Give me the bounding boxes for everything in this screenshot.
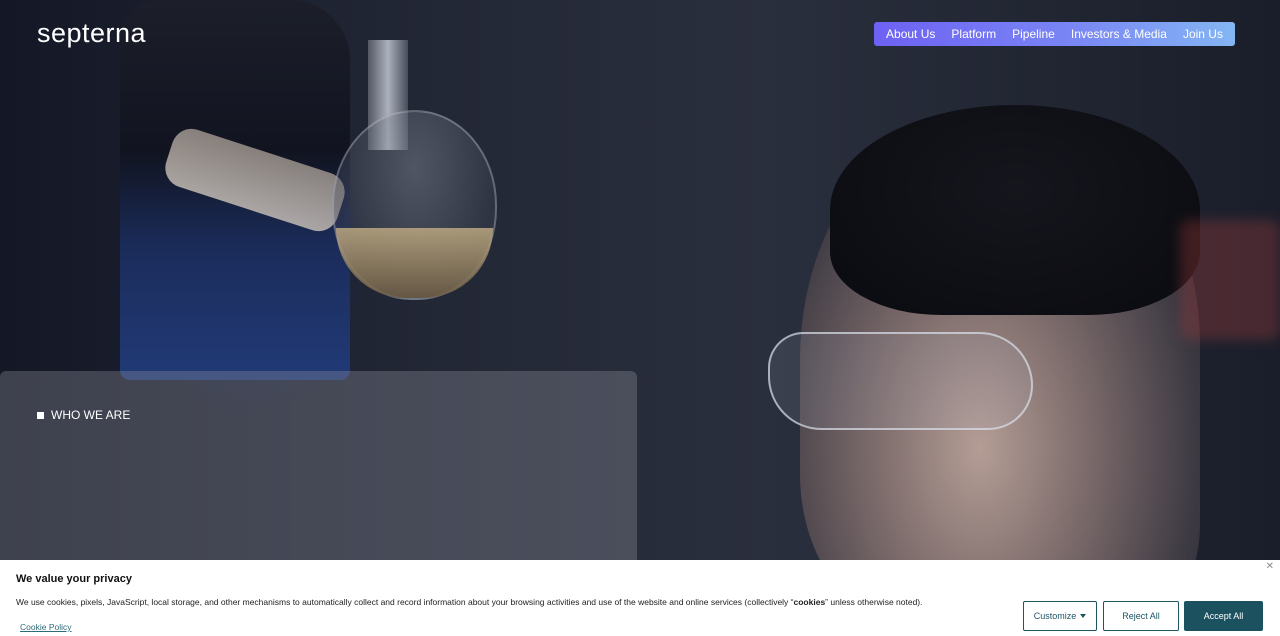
accept-all-button[interactable]: Accept All: [1184, 601, 1263, 631]
nav-item-investors-media[interactable]: Investors & Media: [1071, 27, 1167, 41]
caret-down-icon: [1080, 614, 1087, 618]
customize-label: Customize: [1033, 611, 1077, 621]
hero-image-flask-liquid: [336, 228, 493, 298]
reject-label: Reject All: [1122, 611, 1160, 621]
nav-item-join-us[interactable]: Join Us: [1183, 27, 1223, 41]
cookie-policy-link[interactable]: Cookie Policy: [20, 622, 72, 632]
accept-label: Accept All: [1203, 611, 1244, 621]
nav-item-about-us[interactable]: About Us: [886, 27, 935, 41]
logo[interactable]: septerna: [37, 18, 146, 49]
close-icon[interactable]: ✕: [1266, 561, 1274, 572]
cookie-description: We use cookies, pixels, JavaScript, loca…: [16, 597, 923, 607]
cookie-text-end: ” unless otherwise noted).: [825, 597, 923, 607]
customize-button[interactable]: Customize: [1023, 601, 1097, 631]
cookie-text-bold: cookies: [793, 597, 826, 607]
section-label-text: WHO WE ARE: [51, 408, 131, 422]
hero-image-hair: [830, 105, 1200, 315]
square-icon: [37, 411, 44, 419]
section-label: WHO WE ARE: [37, 408, 130, 422]
nav-item-pipeline[interactable]: Pipeline: [1012, 27, 1055, 41]
cookie-title: We value your privacy: [16, 573, 132, 585]
cookie-banner: We value your privacy We use cookies, pi…: [0, 560, 1280, 636]
cookie-text-start: We use cookies, pixels, JavaScript, loca…: [16, 597, 794, 607]
nav-item-platform[interactable]: Platform: [951, 27, 996, 41]
hero-image-background-light: [1180, 220, 1280, 340]
hero-image-safety-goggles: [768, 332, 1033, 430]
who-we-are-panel: [0, 371, 637, 571]
reject-all-button[interactable]: Reject All: [1103, 601, 1179, 631]
main-nav: About Us Platform Pipeline Investors & M…: [874, 22, 1235, 46]
